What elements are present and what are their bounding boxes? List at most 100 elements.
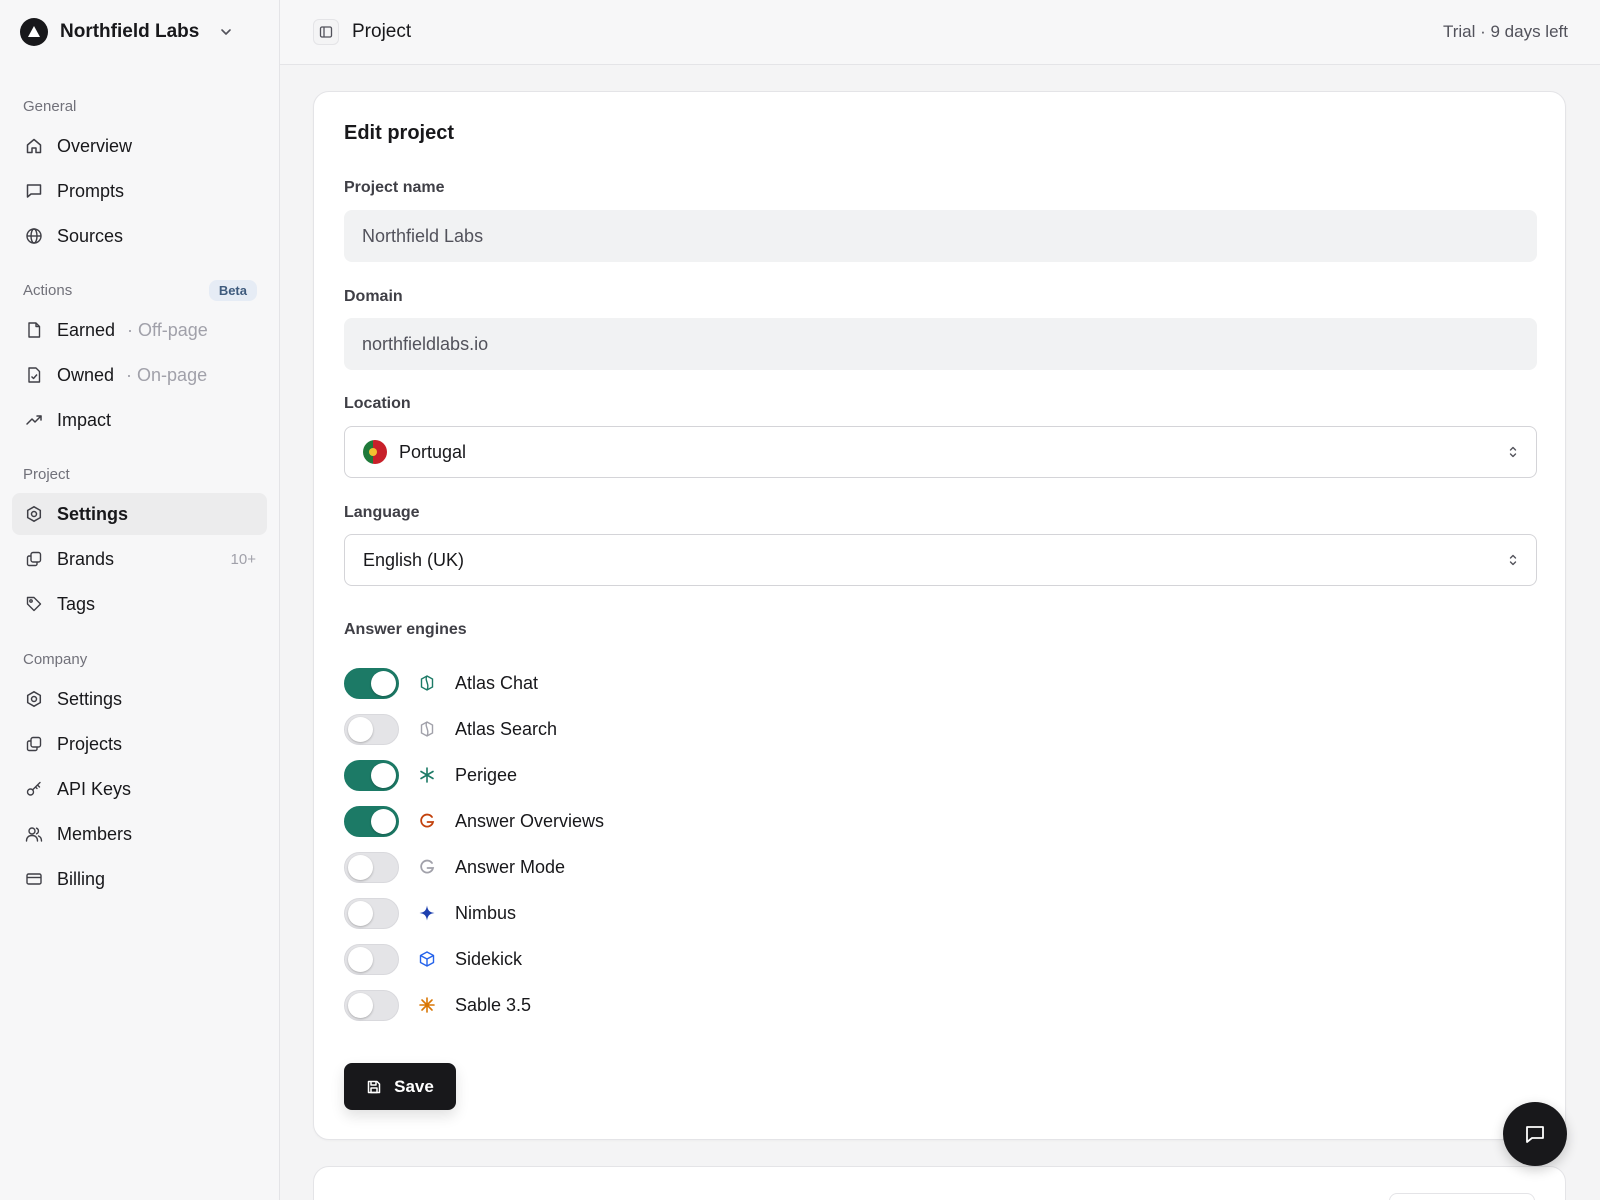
location-value: Portugal bbox=[399, 441, 467, 462]
toggle-knob bbox=[371, 808, 396, 834]
sidebar-item-label: API Keys bbox=[57, 778, 132, 799]
domain-label: Domain bbox=[344, 288, 403, 305]
section-title-company: Company bbox=[23, 650, 88, 668]
main-content: Project Trial · 9 days left Edit project… bbox=[280, 0, 1600, 1200]
tag-icon bbox=[23, 593, 45, 615]
copy-icon bbox=[23, 733, 45, 755]
page-title: Project bbox=[352, 21, 412, 42]
section-title-general: General bbox=[23, 97, 77, 115]
section-header: Actions Beta bbox=[12, 279, 267, 301]
engine-name: Answer Overviews bbox=[455, 810, 605, 831]
engine-name: Sable 3.5 bbox=[455, 994, 532, 1015]
sidebar-item-label: Tags bbox=[57, 593, 96, 614]
language-select[interactable]: English (UK) bbox=[344, 534, 1537, 586]
engine-toggle[interactable] bbox=[344, 851, 399, 883]
engine-row-nimbus: Nimbus bbox=[344, 897, 516, 929]
sidebar-item-label: Projects bbox=[57, 733, 123, 754]
chevrons-up-down-icon bbox=[1508, 553, 1518, 567]
sidebar-item-label: Sources bbox=[57, 225, 124, 246]
project-name-field[interactable]: Northfield Labs bbox=[344, 210, 1537, 262]
domain-field[interactable]: northfieldlabs.io bbox=[344, 318, 1537, 370]
engine-toggle[interactable] bbox=[344, 713, 399, 745]
credit-card-icon bbox=[23, 868, 45, 890]
sidebar-item-company-settings[interactable]: Settings bbox=[12, 678, 267, 720]
sidebar-item-label: Settings bbox=[57, 688, 123, 709]
section-header: General bbox=[12, 95, 267, 117]
save-button[interactable]: Save bbox=[344, 1063, 456, 1110]
sidebar-item-tags[interactable]: Tags bbox=[12, 583, 267, 625]
trending-up-icon bbox=[23, 409, 45, 431]
message-square-icon bbox=[23, 180, 45, 202]
language-label: Language bbox=[344, 504, 420, 521]
toggle-knob bbox=[348, 992, 373, 1018]
settings-icon bbox=[23, 503, 45, 525]
sidebar-item-api-keys[interactable]: API Keys bbox=[12, 768, 267, 810]
brands-count: 10+ bbox=[230, 550, 256, 568]
key-icon bbox=[23, 778, 45, 800]
g-letter-icon bbox=[416, 856, 438, 878]
nav-section-actions: Actions Beta Earned · Off-page Owned · O… bbox=[12, 279, 267, 444]
project-name-label: Project name bbox=[344, 179, 445, 196]
org-switcher[interactable]: Northfield Labs bbox=[20, 18, 233, 46]
sidebar-item-earned[interactable]: Earned · Off-page bbox=[12, 309, 267, 351]
topbar: Project Trial · 9 days left bbox=[280, 0, 1600, 65]
location-label: Location bbox=[344, 395, 411, 412]
sidebar-item-billing[interactable]: Billing bbox=[12, 858, 267, 900]
app-root: Northfield Labs General Overview Prompts bbox=[0, 0, 1600, 1200]
engine-name: Answer Mode bbox=[455, 856, 566, 877]
beta-badge: Beta bbox=[208, 279, 257, 301]
sidebar-item-projects[interactable]: Projects bbox=[12, 723, 267, 765]
section-title-project: Project bbox=[23, 465, 70, 483]
sidebar-item-label: Billing bbox=[57, 868, 106, 889]
sidebar-item-label: Brands bbox=[57, 548, 115, 569]
engine-toggle[interactable] bbox=[344, 989, 399, 1021]
file-check-icon bbox=[23, 364, 45, 386]
sidebar-item-label: Impact bbox=[57, 409, 112, 430]
sidebar-item-prompts[interactable]: Prompts bbox=[12, 170, 267, 212]
engine-toggle[interactable] bbox=[344, 943, 399, 975]
language-value: English (UK) bbox=[363, 549, 465, 570]
chat-support-button[interactable] bbox=[1503, 1102, 1567, 1166]
sidebar-toggle-button[interactable] bbox=[313, 19, 339, 45]
engine-toggle[interactable] bbox=[344, 667, 399, 699]
sparkle-icon bbox=[416, 902, 438, 924]
engine-row-atlas-search: Atlas Search bbox=[344, 713, 557, 745]
domain-value: northfieldlabs.io bbox=[362, 333, 489, 354]
settings-icon bbox=[23, 688, 45, 710]
sidebar-item-label: Overview bbox=[57, 135, 133, 156]
sidebar-item-brands[interactable]: Brands 10+ bbox=[12, 538, 267, 580]
secondary-card-button[interactable] bbox=[1389, 1193, 1535, 1200]
sidebar-item-label: Owned bbox=[57, 364, 115, 385]
users-icon bbox=[23, 823, 45, 845]
toggle-knob bbox=[348, 946, 373, 972]
engine-toggle[interactable] bbox=[344, 897, 399, 929]
sidebar-item-members[interactable]: Members bbox=[12, 813, 267, 855]
trial-status: Trial · 9 days left bbox=[1442, 22, 1568, 41]
sidebar-item-overview[interactable]: Overview bbox=[12, 125, 267, 167]
location-select[interactable]: Portugal bbox=[344, 426, 1537, 478]
sidebar-item-project-settings[interactable]: Settings bbox=[12, 493, 267, 535]
answer-engines-label: Answer engines bbox=[344, 621, 467, 638]
project-name-value: Northfield Labs bbox=[362, 225, 484, 246]
home-icon bbox=[23, 135, 45, 157]
engine-name: Atlas Search bbox=[455, 718, 558, 739]
toggle-knob bbox=[348, 716, 373, 742]
card-title: Edit project bbox=[344, 122, 455, 144]
atlas-icon bbox=[416, 672, 438, 694]
sidebar-item-sources[interactable]: Sources bbox=[12, 215, 267, 257]
sidebar-item-label: Earned bbox=[57, 319, 116, 340]
secondary-card bbox=[313, 1166, 1566, 1200]
org-logo-icon bbox=[20, 18, 48, 46]
engine-name: Nimbus bbox=[455, 902, 517, 923]
globe-icon bbox=[23, 225, 45, 247]
toggle-knob bbox=[371, 762, 396, 788]
portugal-flag-icon bbox=[363, 440, 387, 464]
chevrons-up-down-icon bbox=[1508, 445, 1518, 459]
org-name: Northfield Labs bbox=[60, 21, 200, 42]
sidebar-item-impact[interactable]: Impact bbox=[12, 399, 267, 441]
g-letter-icon bbox=[416, 810, 438, 832]
engine-toggle[interactable] bbox=[344, 759, 399, 791]
engine-toggle[interactable] bbox=[344, 805, 399, 837]
sidebar-item-owned[interactable]: Owned · On-page bbox=[12, 354, 267, 396]
nav-section-project: Project Settings Brands 10+ Tags bbox=[12, 463, 267, 628]
